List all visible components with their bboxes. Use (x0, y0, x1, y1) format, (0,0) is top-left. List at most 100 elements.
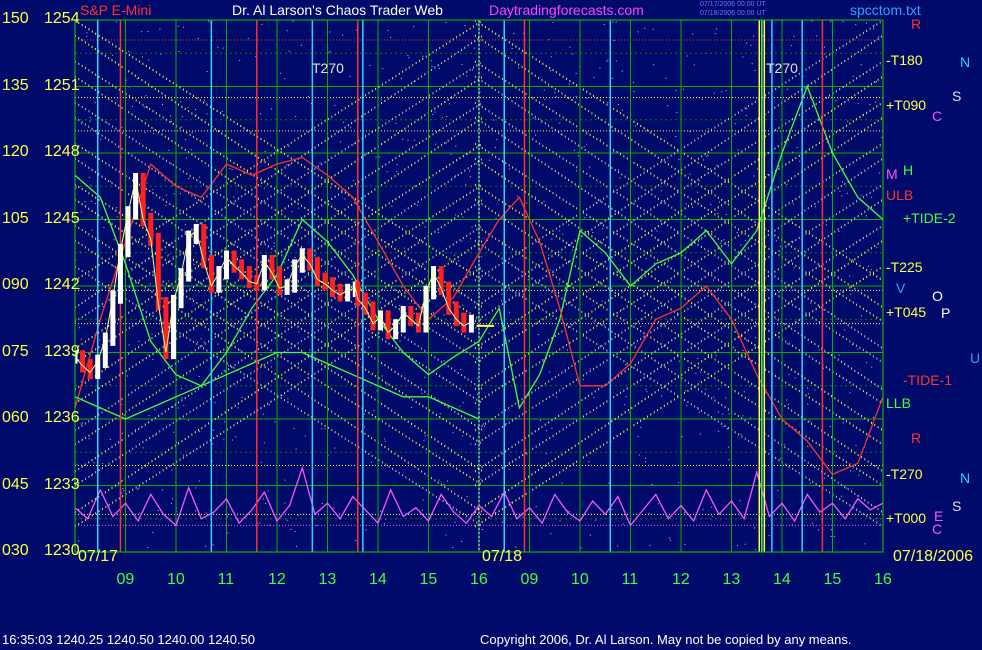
noise-dot (295, 115, 297, 117)
noise-dot (106, 122, 108, 124)
noise-dot (231, 168, 233, 170)
noise-dot (422, 499, 424, 501)
noise-dot (294, 256, 296, 258)
noise-dot (113, 239, 115, 241)
noise-dot (721, 91, 723, 93)
noise-dot (413, 26, 415, 28)
noise-dot (239, 349, 241, 351)
site-link[interactable]: Daytradingforecasts.com (489, 2, 644, 18)
noise-dot (378, 156, 380, 158)
noise-dot (535, 134, 537, 136)
noise-dot (744, 239, 746, 241)
noise-dot (443, 314, 445, 316)
noise-dot (237, 407, 239, 409)
noise-dot (501, 244, 503, 246)
noise-dot (707, 128, 709, 130)
noise-dot (850, 293, 852, 295)
noise-dot (624, 404, 626, 406)
noise-dot (121, 404, 123, 406)
noise-dot (461, 240, 463, 242)
noise-dot (386, 383, 388, 385)
noise-dot (290, 528, 292, 530)
noise-dot (284, 78, 286, 80)
noise-dot (786, 183, 788, 185)
noise-dot (592, 231, 594, 233)
noise-dot (352, 179, 354, 181)
noise-dot (287, 398, 289, 400)
noise-dot (645, 388, 647, 390)
price-bar (193, 223, 199, 244)
noise-dot (698, 180, 700, 182)
price-bar (415, 312, 421, 333)
noise-dot (136, 78, 138, 80)
noise-dot (155, 434, 157, 436)
noise-dot (526, 202, 528, 204)
noise-dot (637, 436, 639, 438)
right-label: S (952, 88, 962, 104)
noise-dot (80, 123, 82, 125)
noise-dot (551, 238, 553, 240)
noise-dot (86, 32, 88, 34)
noise-dot (193, 263, 195, 265)
noise-dot (399, 291, 401, 293)
noise-dot (842, 181, 844, 183)
noise-dot (746, 42, 748, 44)
noise-dot (450, 153, 452, 155)
noise-dot (684, 543, 686, 545)
noise-dot (84, 201, 86, 203)
noise-dot (535, 196, 537, 198)
noise-dot (148, 59, 150, 61)
noise-dot (355, 539, 357, 541)
noise-dot (298, 298, 300, 300)
noise-dot (722, 426, 724, 428)
noise-dot (180, 193, 182, 195)
noise-dot (160, 53, 162, 55)
noise-dot (103, 226, 105, 228)
noise-dot (682, 88, 684, 90)
noise-dot (728, 413, 730, 415)
noise-dot (482, 529, 484, 531)
noise-dot (380, 510, 382, 512)
noise-dot (123, 490, 125, 492)
noise-dot (421, 392, 423, 394)
right-label: -T270 (886, 466, 923, 482)
price-bar (330, 277, 336, 298)
noise-dot (755, 549, 757, 551)
noise-dot (98, 284, 100, 286)
noise-dot (608, 482, 610, 484)
price-bar (239, 259, 245, 280)
noise-dot (791, 45, 793, 47)
noise-dot (460, 369, 462, 371)
noise-dot (313, 129, 315, 131)
noise-dot (178, 50, 180, 52)
copyright-notice: Copyright 2006, Dr. Al Larson. May not b… (480, 632, 852, 647)
noise-dot (522, 516, 524, 518)
right-label: V (896, 280, 906, 296)
noise-dot (552, 21, 554, 23)
y-tick-price: 1239 (44, 342, 80, 360)
noise-dot (443, 360, 445, 362)
noise-dot (754, 337, 756, 339)
noise-dot (134, 429, 136, 431)
price-bar (292, 259, 298, 293)
noise-dot (318, 294, 320, 296)
noise-dot (556, 96, 558, 98)
right-label: O (932, 288, 943, 304)
noise-dot (141, 31, 143, 33)
noise-dot (128, 344, 130, 346)
noise-dot (126, 375, 128, 377)
noise-dot (270, 366, 272, 368)
right-label: N (960, 54, 971, 70)
right-label: -T180 (886, 52, 923, 68)
x-tick-label: 10 (571, 571, 589, 588)
noise-dot (102, 306, 104, 308)
noise-dot (300, 44, 302, 46)
noise-dot (670, 281, 672, 283)
noise-dot (664, 183, 666, 185)
noise-dot (632, 81, 634, 83)
noise-dot (871, 196, 873, 198)
noise-dot (864, 543, 866, 545)
noise-dot (469, 238, 471, 240)
noise-dot (617, 104, 619, 106)
noise-dot (644, 461, 646, 463)
